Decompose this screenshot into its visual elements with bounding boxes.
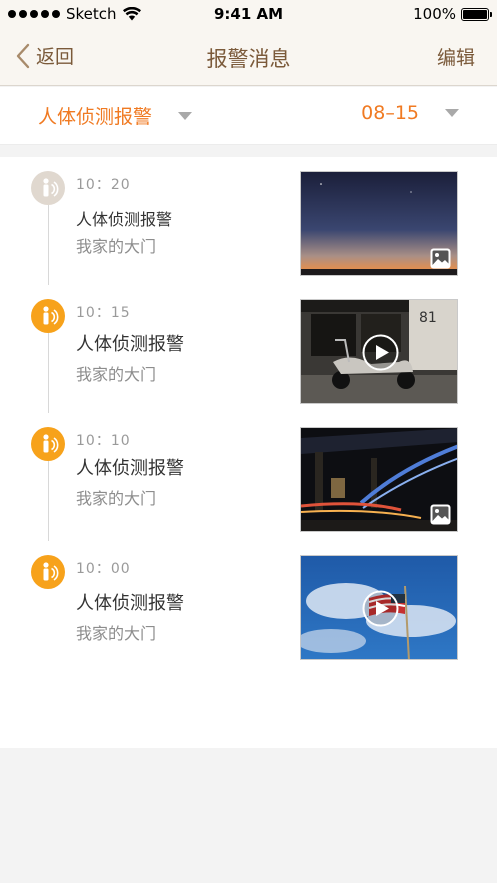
motion-sensor-icon <box>31 171 65 205</box>
caret-down-icon <box>178 111 193 120</box>
photo-icon <box>430 248 451 269</box>
motion-sensor-icon <box>31 299 65 333</box>
timeline-line <box>48 205 49 285</box>
alert-location: 我家的大门 <box>76 237 157 256</box>
play-icon <box>362 590 399 627</box>
alert-item[interactable]: 10：15 人体侦测报警 我家的大门 81 <box>0 285 497 413</box>
alert-time: 10：00 <box>76 561 131 577</box>
nav-bar: 返回 报警消息 编辑 <box>0 28 497 86</box>
alert-thumbnail[interactable] <box>300 427 458 532</box>
caret-down-icon <box>445 109 459 117</box>
alert-title: 人体侦测报警 <box>76 334 184 355</box>
photo-icon <box>430 504 451 525</box>
motion-sensor-icon <box>31 555 65 589</box>
alert-item[interactable]: 10：10 人体侦测报警 我家的大门 <box>0 413 497 541</box>
alert-item[interactable]: 10：00 人体侦测报警 我家的大门 <box>0 541 497 669</box>
alert-time: 10：20 <box>76 177 131 193</box>
alert-location: 我家的大门 <box>76 365 157 384</box>
alert-thumbnail[interactable]: 81 <box>300 299 458 404</box>
alert-thumbnail[interactable] <box>300 555 458 660</box>
alert-type-dropdown[interactable]: 人体侦测报警 <box>38 102 193 129</box>
status-right: 100% <box>413 5 492 23</box>
edit-button[interactable]: 编辑 <box>437 43 475 70</box>
svg-text:81: 81 <box>419 310 437 326</box>
date-dropdown[interactable]: 08–15 <box>361 102 459 124</box>
timeline-line <box>48 461 49 541</box>
battery-percent: 100% <box>413 5 456 23</box>
alert-list: 10：20 人体侦测报警 我家的大门 10：15 人体侦测报警 我家的大门 81… <box>0 157 497 748</box>
motion-sensor-icon <box>31 427 65 461</box>
alert-title: 人体侦测报警 <box>76 210 173 229</box>
alert-location: 我家的大门 <box>76 624 157 643</box>
date-label: 08–15 <box>361 102 419 124</box>
alert-title: 人体侦测报警 <box>76 458 184 479</box>
status-bar: Sketch 9:41 AM 100% <box>0 0 497 28</box>
play-icon <box>362 334 399 371</box>
alert-title: 人体侦测报警 <box>76 593 184 614</box>
alert-time: 10：15 <box>76 305 131 321</box>
battery-icon <box>461 7 492 21</box>
alert-location: 我家的大门 <box>76 489 157 508</box>
page-title: 报警消息 <box>206 47 291 71</box>
alert-time: 10：10 <box>76 433 131 449</box>
alert-item[interactable]: 10：20 人体侦测报警 我家的大门 <box>0 157 497 285</box>
filter-bar: 人体侦测报警 08–15 <box>0 87 497 145</box>
timeline-line <box>48 333 49 413</box>
alert-thumbnail[interactable] <box>300 171 458 276</box>
alert-type-label: 人体侦测报警 <box>38 106 153 128</box>
